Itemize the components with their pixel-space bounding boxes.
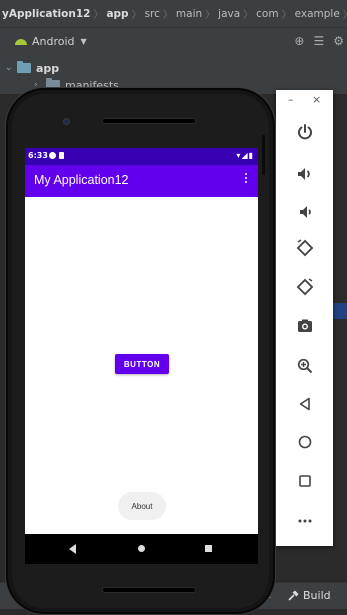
nav-home-icon[interactable] (138, 545, 145, 552)
more-icon (298, 519, 311, 523)
rotate-left-button[interactable] (276, 233, 333, 263)
sd-card-icon (59, 152, 64, 159)
emulator-toolbar: – × (276, 90, 333, 546)
chevron-down-icon[interactable]: ▼ (81, 37, 87, 46)
overflow-menu-icon[interactable] (245, 173, 248, 185)
target-icon[interactable]: ⊕ (294, 34, 304, 48)
breadcrumb-separator-icon: 〉 (93, 10, 104, 21)
earpiece-speaker (103, 119, 195, 123)
breadcrumb-separator-icon: 〉 (131, 10, 142, 21)
project-view-selector[interactable]: Android (32, 35, 75, 48)
volume-down-icon (299, 206, 311, 218)
more-button[interactable] (276, 506, 333, 536)
minimize-button[interactable]: – (288, 93, 294, 106)
project-view-toolbar: Android ▼ ⊕ ☰ ⚙ (0, 28, 347, 54)
build-tab-label: Build (303, 588, 331, 602)
breadcrumb-item[interactable]: main (176, 8, 202, 20)
back-icon (299, 397, 310, 411)
hammer-icon (288, 590, 299, 601)
build-tab[interactable]: Build (288, 584, 331, 606)
nav-back-icon[interactable] (69, 544, 76, 554)
volume-down-button[interactable] (276, 197, 333, 227)
volume-up-icon (297, 168, 310, 180)
notification-icon (49, 152, 56, 159)
breadcrumb-item[interactable]: example (295, 8, 340, 20)
breadcrumb-item[interactable]: yApplication12 (2, 8, 90, 20)
tree-item-label: app (36, 61, 60, 75)
android-icon (15, 37, 27, 45)
tree-item-app[interactable]: ⌄ app (5, 60, 59, 76)
home-icon (298, 435, 311, 449)
folder-icon (17, 61, 31, 73)
power-button[interactable] (276, 117, 333, 147)
folder-icon (46, 78, 60, 90)
volume-up-button[interactable] (276, 159, 333, 189)
rotate-right-button[interactable] (276, 272, 333, 302)
zoom-icon (297, 358, 312, 374)
screenshot-button[interactable] (276, 311, 333, 341)
overview-button[interactable] (276, 466, 333, 496)
close-button[interactable]: × (312, 93, 321, 106)
nav-recents-icon[interactable] (205, 545, 212, 552)
zoom-button[interactable] (276, 351, 333, 381)
breadcrumb: yApplication12 〉 app 〉 src 〉 main 〉 java 〉 com 〉 exa… (0, 0, 347, 28)
rotate-left-icon (296, 239, 313, 257)
breadcrumb-item[interactable]: src (145, 8, 160, 20)
breadcrumb-item[interactable]: app (106, 8, 128, 20)
rotate-right-icon (296, 278, 313, 296)
power-icon (297, 124, 312, 140)
navigation-bar (25, 534, 258, 564)
breadcrumb-item[interactable]: com (256, 8, 278, 20)
device-side-key (262, 135, 265, 175)
breadcrumb-item[interactable]: java (218, 8, 240, 20)
back-button[interactable] (276, 389, 333, 419)
chevron-right-icon[interactable]: › (34, 80, 46, 90)
breadcrumb-separator-icon: 〉 (343, 6, 347, 21)
front-camera (64, 119, 69, 124)
chevron-down-icon[interactable]: ⌄ (5, 63, 17, 73)
bottom-speaker (103, 588, 195, 592)
breadcrumb-separator-icon: 〉 (205, 10, 216, 21)
status-time: 6:33 (28, 151, 48, 160)
breadcrumb-separator-icon: 〉 (243, 10, 254, 21)
signal-battery-icons: ▾◢▮ (236, 151, 254, 160)
main-button[interactable]: BUTTON (115, 354, 169, 374)
settings-icon[interactable]: ⚙ (333, 34, 344, 48)
status-bar: 6:33 ▾◢▮ (25, 148, 258, 165)
collapse-icon[interactable]: ☰ (313, 34, 324, 48)
about-button[interactable]: About (118, 492, 166, 520)
camera-icon (297, 319, 312, 332)
project-tree: ⌄ app › manifests (0, 54, 347, 94)
app-bar: My Application12 (25, 165, 258, 197)
device-screen[interactable]: 6:33 ▾◢▮ My Application12 BUTTON About (25, 148, 258, 564)
breadcrumb-separator-icon: 〉 (281, 10, 292, 21)
home-button[interactable] (276, 427, 333, 457)
app-title: My Application12 (34, 173, 129, 187)
breadcrumb-separator-icon: 〉 (162, 10, 173, 21)
overview-icon (298, 475, 311, 487)
